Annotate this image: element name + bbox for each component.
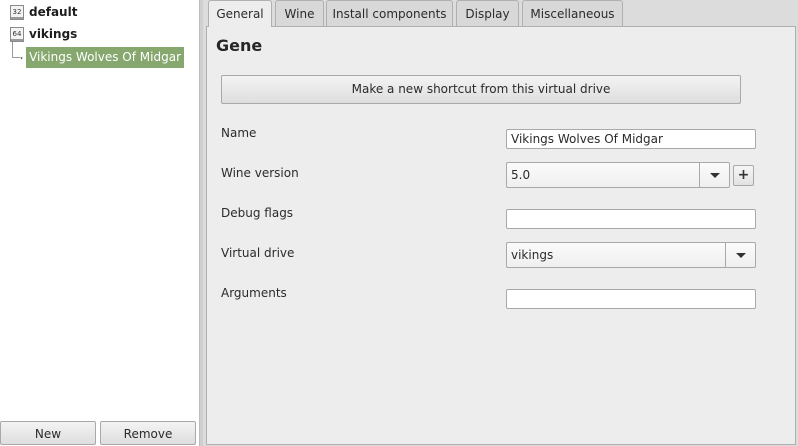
arguments-label: Arguments bbox=[221, 286, 287, 300]
chevron-down-icon[interactable] bbox=[699, 163, 729, 187]
virtual-drive-value: vikings bbox=[511, 248, 554, 262]
tab-wine[interactable]: Wine bbox=[275, 0, 324, 26]
tree-item-shortcut[interactable]: Vikings Wolves Of Midgar bbox=[20, 47, 184, 68]
wine-version-label: Wine version bbox=[221, 166, 299, 180]
debug-flags-field[interactable] bbox=[506, 209, 756, 229]
wine-version-value: 5.0 bbox=[511, 168, 531, 182]
tab-bar: General Wine Install components Display … bbox=[204, 0, 798, 27]
virtual-drive-select[interactable]: vikings bbox=[506, 242, 756, 268]
prefix-tree-panel: 32 default 64 vikings Vikings Wolves Of … bbox=[0, 0, 199, 446]
tab-display[interactable]: Display bbox=[456, 0, 519, 26]
chevron-down-icon[interactable] bbox=[725, 243, 755, 267]
shortcut-label: Vikings Wolves Of Midgar bbox=[26, 47, 184, 68]
tree-item-default[interactable]: 32 default bbox=[10, 2, 77, 22]
tree-branch-line bbox=[12, 57, 20, 58]
tab-general[interactable]: General bbox=[208, 0, 272, 27]
tree-branch-line bbox=[12, 42, 13, 58]
wolf-shortcut-icon bbox=[20, 56, 23, 60]
add-wine-version-button[interactable]: + bbox=[733, 165, 754, 186]
name-label: Name bbox=[221, 126, 257, 140]
new-button[interactable]: New bbox=[0, 421, 96, 445]
arguments-field[interactable] bbox=[506, 289, 756, 309]
debug-flags-label: Debug flags bbox=[221, 206, 294, 220]
panel-splitter[interactable] bbox=[199, 0, 203, 446]
make-shortcut-button[interactable]: Make a new shortcut from this virtual dr… bbox=[221, 75, 741, 104]
name-field[interactable]: Vikings Wolves Of Midgar bbox=[506, 129, 756, 149]
drive-32-icon: 32 bbox=[10, 4, 24, 20]
wine-version-select[interactable]: 5.0 bbox=[506, 162, 730, 188]
remove-button[interactable]: Remove bbox=[100, 421, 196, 445]
tab-install-components[interactable]: Install components bbox=[326, 0, 453, 26]
plus-icon: + bbox=[737, 167, 750, 183]
tree-item-label: default bbox=[29, 5, 78, 19]
drive-64-icon: 64 bbox=[10, 26, 24, 42]
tree-item-label: vikings bbox=[29, 27, 78, 41]
virtual-drive-label: Virtual drive bbox=[221, 246, 295, 260]
page-title: Gene bbox=[216, 36, 263, 55]
tree-item-vikings[interactable]: 64 vikings bbox=[10, 24, 77, 44]
tab-miscellaneous[interactable]: Miscellaneous bbox=[522, 0, 623, 26]
